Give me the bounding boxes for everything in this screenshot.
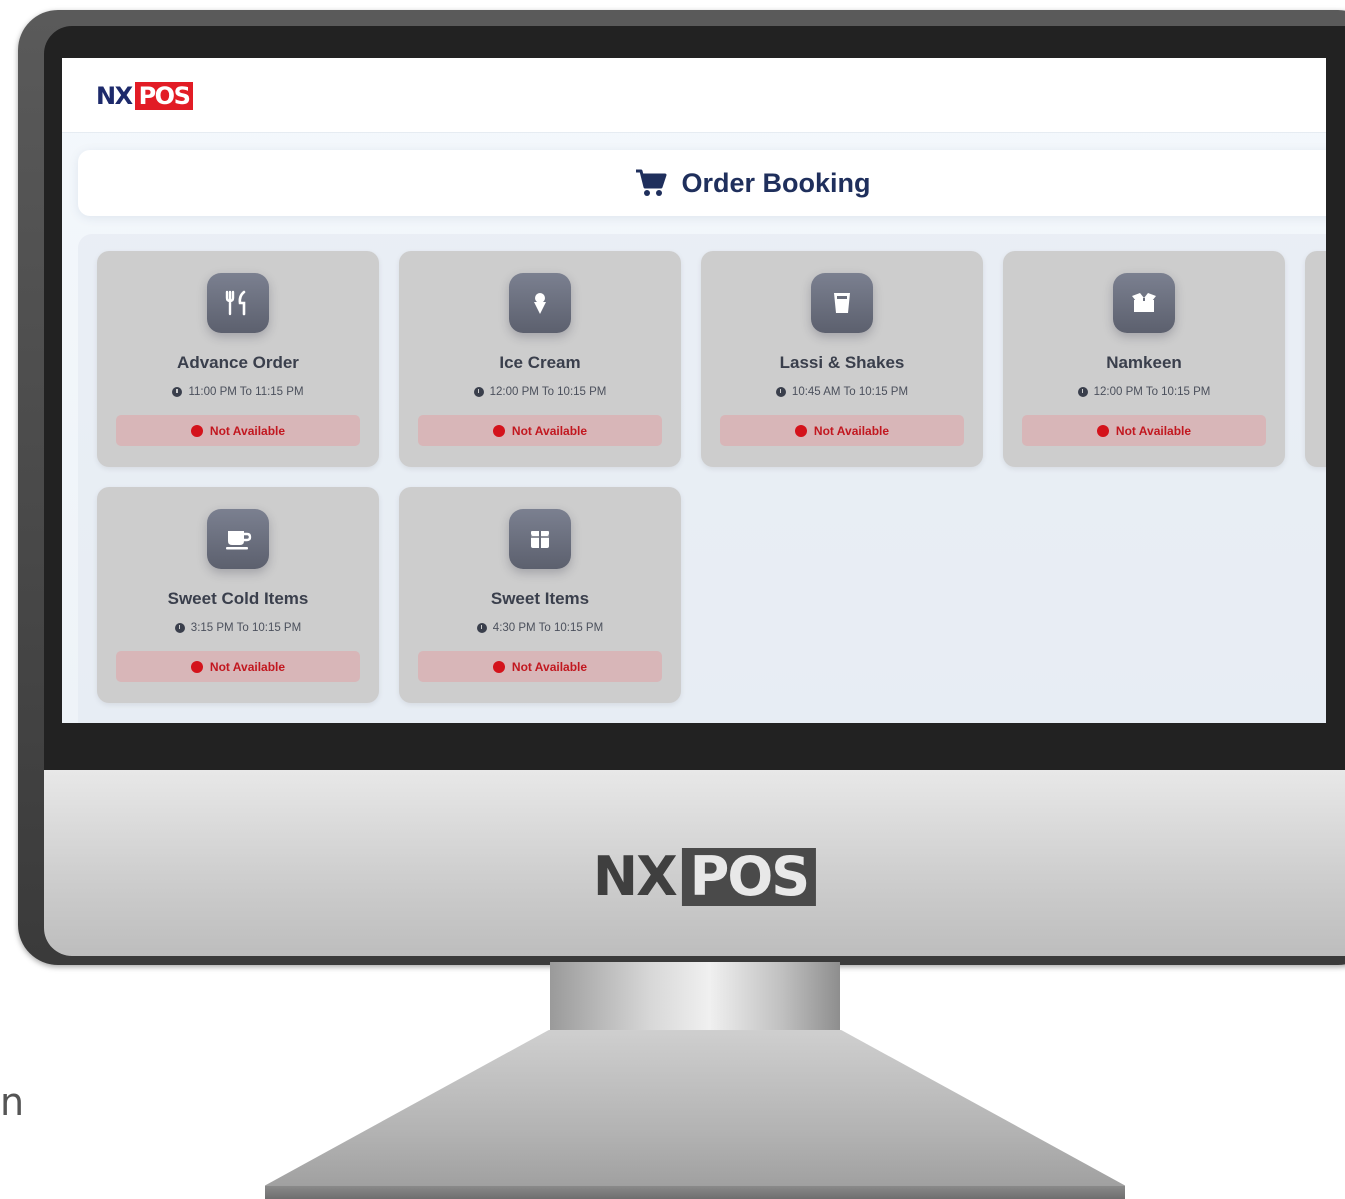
box-open-icon xyxy=(1113,273,1175,333)
status-text: Not Available xyxy=(813,423,890,438)
brand-logo[interactable]: NX POS xyxy=(96,82,194,110)
app-screen: NX POS Order Booking Advance Order 11:00… xyxy=(62,58,1326,723)
glass-icon xyxy=(811,273,873,333)
category-time: 4:30 PM To 10:15 PM xyxy=(399,622,681,634)
status-badge: Not Available xyxy=(1022,415,1266,446)
status-text: Not Available xyxy=(209,423,286,438)
category-time: 3:15 PM To 10:15 PM xyxy=(97,622,379,634)
side-text-fragment: n xyxy=(0,1080,25,1124)
monitor-stand-shadow xyxy=(265,1186,1125,1199)
category-time-text: 12:00 PM To 10:15 PM xyxy=(489,386,607,398)
clock-icon xyxy=(473,387,484,397)
category-time: 12:00 PM To 10:15 PM xyxy=(399,386,681,398)
category-time-text: 10:45 AM To 10:15 PM xyxy=(791,386,909,398)
category-name: Ice Cream xyxy=(499,353,581,372)
clock-icon xyxy=(172,387,183,397)
status-dot-icon xyxy=(1096,424,1109,437)
status-badge: Not Available xyxy=(116,415,360,446)
status-dot-icon xyxy=(492,660,505,673)
monitor-stand-base xyxy=(265,1030,1125,1199)
status-badge: Not Available xyxy=(418,415,662,446)
status-text: Not Available xyxy=(511,659,588,674)
category-time: 10:45 AM To 10:15 PM xyxy=(701,386,983,398)
gift-box-icon xyxy=(509,509,571,569)
cart-icon xyxy=(636,169,667,196)
clock-icon xyxy=(775,387,786,397)
category-card-sweet-items[interactable]: Sweet Items 4:30 PM To 10:15 PM Not Avai… xyxy=(399,487,681,703)
chin-logo-nx: NX xyxy=(592,845,678,908)
mug-icon xyxy=(207,509,269,569)
category-name: Lassi & Shakes xyxy=(779,353,905,372)
brand-logo-nx: NX xyxy=(96,82,133,110)
category-time: 12:00 PM To 10:15 PM xyxy=(1003,386,1285,398)
category-name: Advance Order xyxy=(177,353,299,372)
category-name: Sweet Cold Items xyxy=(167,589,309,608)
status-dot-icon xyxy=(190,660,203,673)
status-text: Not Available xyxy=(209,659,286,674)
page-title: Order Booking xyxy=(681,167,871,198)
clock-icon xyxy=(174,623,185,633)
utensils-icon xyxy=(207,273,269,333)
status-dot-icon xyxy=(190,424,203,437)
page-title-card: Order Booking xyxy=(78,150,1326,216)
status-badge: Not Available xyxy=(720,415,964,446)
chin-logo-pos: POS xyxy=(681,847,817,906)
category-time-text: 12:00 PM To 10:15 PM xyxy=(1093,386,1211,398)
category-card-ice-cream[interactable]: Ice Cream 12:00 PM To 10:15 PM Not Avail… xyxy=(399,251,681,467)
category-grid: Advance Order 11:00 PM To 11:15 PM Not A… xyxy=(78,234,1326,723)
ice-cream-icon xyxy=(509,273,571,333)
monitor-chin: NX POS xyxy=(44,770,1345,956)
status-text: Not Available xyxy=(1115,423,1192,438)
category-card-sweet-cold-items[interactable]: Sweet Cold Items 3:15 PM To 10:15 PM Not… xyxy=(97,487,379,703)
category-name: Namkeen xyxy=(1106,353,1182,372)
chin-logo: NX POS xyxy=(592,845,817,908)
status-badge: Not Available xyxy=(418,651,662,682)
clock-icon xyxy=(476,623,487,633)
brand-logo-pos: POS xyxy=(134,82,194,110)
category-card-partial[interactable] xyxy=(1305,251,1326,467)
category-card-namkeen[interactable]: Namkeen 12:00 PM To 10:15 PM Not Availab… xyxy=(1003,251,1285,467)
status-text: Not Available xyxy=(511,423,588,438)
monitor-stand-neck xyxy=(550,962,840,1032)
category-time-text: 11:00 PM To 11:15 PM xyxy=(188,386,304,398)
status-dot-icon xyxy=(794,424,807,437)
category-name: Sweet Items xyxy=(490,589,590,608)
status-dot-icon xyxy=(492,424,505,437)
category-card-lassi-shakes[interactable]: Lassi & Shakes 10:45 AM To 10:15 PM Not … xyxy=(701,251,983,467)
clock-icon xyxy=(1077,387,1088,397)
top-bar: NX POS xyxy=(62,58,1326,133)
category-time-text: 3:15 PM To 10:15 PM xyxy=(190,622,302,634)
status-badge: Not Available xyxy=(116,651,360,682)
category-time: 11:00 PM To 11:15 PM xyxy=(97,386,379,398)
category-time-text: 4:30 PM To 10:15 PM xyxy=(492,622,604,634)
category-card-advance-order[interactable]: Advance Order 11:00 PM To 11:15 PM Not A… xyxy=(97,251,379,467)
